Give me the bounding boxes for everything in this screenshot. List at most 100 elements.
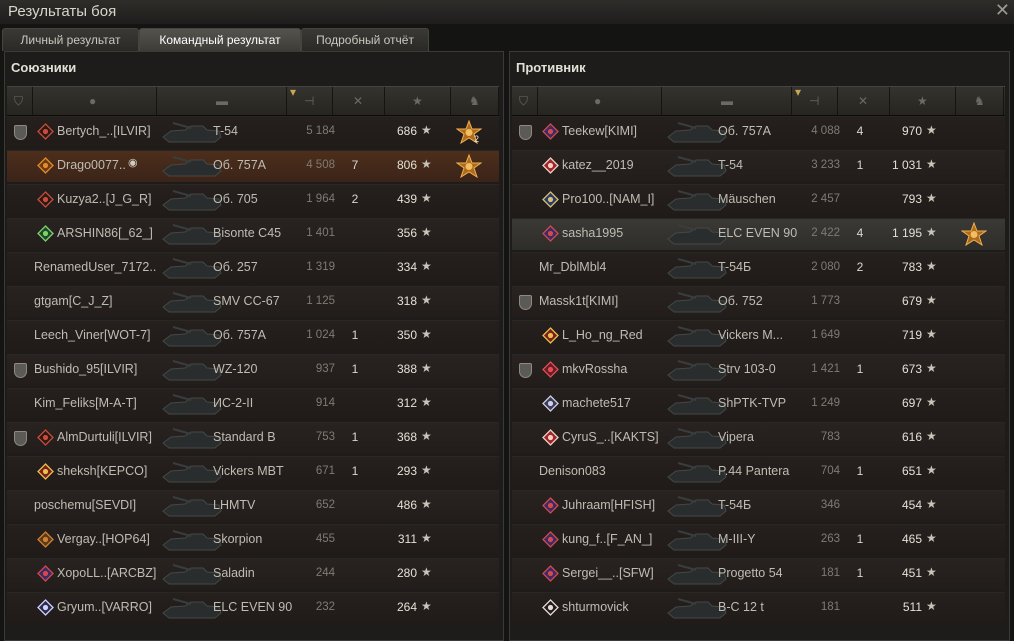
allies-tank-name: WZ-120 (213, 362, 258, 376)
enemies-header-cell[interactable]: ⛉ (512, 87, 538, 115)
enemies-player-row[interactable]: Massk1t[KIMI] Об. 752 1 773 679 ★ (512, 286, 1005, 318)
enemies-player-row[interactable]: CyruS_..[KAKTS] Vipera 783 616 ★ (512, 422, 1005, 454)
enemies-player-name[interactable]: Sergei__..[SFW] (562, 566, 654, 580)
allies-header-cell[interactable]: ✕ (333, 87, 385, 115)
allies-header-cell[interactable]: ♞ (451, 87, 499, 115)
enemies-player-row[interactable]: kung_f..[F_AN_] M-III-Y 263 1 465 ★ (512, 524, 1005, 556)
allies-player-name[interactable]: AlmDurtuli[ILVIR] (57, 430, 152, 444)
allies-player-row[interactable]: Bushido_95[ILVIR] WZ-120 937 1 388 ★ (7, 354, 499, 386)
enemies-player-name[interactable]: Denison083 (539, 464, 606, 478)
allies-header-cell[interactable]: ▬ (157, 87, 287, 115)
enemies-header-cell[interactable]: ⊣ ▾ (792, 85, 838, 115)
enemies-player-row[interactable]: machete517 ShPTK-TVP 1 249 697 ★ (512, 388, 1005, 420)
allies-player-row[interactable]: Vergay..[HOP64] Skorpion 455 311 ★ (7, 524, 499, 556)
allies-header-cell[interactable]: ⛉ (7, 87, 33, 115)
allies-player-name[interactable]: poschemu[SEVDI] (34, 498, 136, 512)
mastery-medal-icon[interactable]: 2 (455, 119, 483, 146)
allies-player-name[interactable]: gtgam[C_J_Z] (34, 294, 113, 308)
allies-damage-value: 244 (315, 567, 335, 579)
tab-detailed-report[interactable]: Подробный отчёт (301, 28, 429, 51)
allies-player-row[interactable]: AlmDurtuli[ILVIR] Standard B 753 1 368 ★ (7, 422, 499, 454)
enemies-player-name[interactable]: Teekew[KIMI] (562, 124, 637, 138)
allies-damage-value: 671 (315, 465, 335, 477)
enemies-header-cell[interactable]: ✕ (838, 87, 890, 115)
allies-header-cell[interactable]: ★ (385, 87, 451, 115)
enemies-player-name[interactable]: kung_f..[F_AN_] (562, 532, 652, 546)
allies-player-row[interactable]: RenamedUser_7172.. Об. 257 1 319 334 ★ (7, 252, 499, 284)
enemies-player-row[interactable]: Pro100..[NAM_I] Mäuschen 2 457 793 ★ (512, 184, 1005, 216)
enemies-header-cell[interactable]: ♞ (956, 87, 1004, 115)
enemies-player-row[interactable]: Teekew[KIMI] Об. 757А 4 088 4 970 ★ (512, 116, 1005, 148)
enemies-player-row[interactable]: mkvRossha Strv 103-0 1 421 1 673 ★ (512, 354, 1005, 386)
enemies-player-name[interactable]: Pro100..[NAM_I] (562, 192, 654, 206)
enemies-player-row[interactable]: Denison083 P.44 Pantera 704 1 651 ★ (512, 456, 1005, 488)
allies-damage-value: 753 (315, 431, 335, 443)
enemies-tank-name: Strv 103-0 (718, 362, 776, 376)
allies-xp-value: 356 (396, 226, 417, 240)
mastery-medal-icon[interactable] (455, 153, 483, 180)
allies-player-name[interactable]: Drago0077.. (57, 158, 126, 172)
allies-player-name[interactable]: Kim_Feliks[M-A-T] (34, 396, 137, 410)
allies-player-name[interactable]: RenamedUser_7172.. (34, 260, 156, 274)
allies-player-name[interactable]: Bushido_95[ILVIR] (34, 362, 137, 376)
tab-personal-result[interactable]: Личный результат (2, 28, 139, 51)
enemies-player-row[interactable]: Sergei__..[SFW] Progetto 54 181 1 451 ★ (512, 558, 1005, 590)
allies-player-name[interactable]: Kuzya2..[J_G_R] (57, 192, 152, 206)
allies-player-row[interactable]: XopoLL..[ARCBZ] Saladin 244 280 ★ (7, 558, 499, 590)
allies-tank-name: ИС-2-II (213, 396, 254, 410)
platoon-icon (519, 295, 532, 310)
allies-player-row[interactable]: Leech_Viner[WOT-7] Об. 757А 1 024 1 350 ★ (7, 320, 499, 352)
allies-player-name[interactable]: Gryum..[VARRO] (57, 600, 152, 614)
allies-clan-badge-icon (37, 429, 54, 446)
enemies-tank-name: Об. 752 (718, 294, 763, 308)
enemies-player-name[interactable]: machete517 (562, 396, 631, 410)
enemies-player-name[interactable]: Massk1t[KIMI] (539, 294, 618, 308)
allies-player-row[interactable]: Kuzya2..[J_G_R] Об. 705 1 964 2 439 ★ (7, 184, 499, 216)
star-icon: ★ (926, 191, 937, 205)
enemies-header-cell[interactable]: ● (538, 87, 662, 115)
kills-column-icon: ✕ (353, 94, 364, 108)
allies-player-name[interactable]: sheksh[KEPCO] (57, 464, 147, 478)
allies-player-name[interactable]: ARSHIN86[_62_] (57, 226, 153, 240)
enemies-player-name[interactable]: mkvRossha (562, 362, 627, 376)
enemies-player-row[interactable]: Juhraam[HFISH] T-54Б 346 454 ★ (512, 490, 1005, 522)
enemies-player-name[interactable]: shturmovick (562, 600, 629, 614)
tab-team-result[interactable]: Командный результат (139, 28, 301, 51)
allies-player-row[interactable]: Drago0077.. Об. 757А 4 508 7 806 ★ ◉ (7, 150, 499, 182)
enemies-header-cell[interactable]: ▬ (662, 87, 792, 115)
enemies-player-name[interactable]: CyruS_..[KAKTS] (562, 430, 659, 444)
tank-column-icon: ▬ (721, 94, 733, 108)
allies-player-name[interactable]: Vergay..[HOP64] (57, 532, 150, 546)
enemies-player-row[interactable]: L_Ho_ng_Red Vickers M... 1 649 719 ★ (512, 320, 1005, 352)
allies-player-name[interactable]: Leech_Viner[WOT-7] (34, 328, 151, 342)
enemies-tank-name: M-III-Y (718, 532, 756, 546)
allies-player-name[interactable]: Bertych_..[ILVIR] (57, 124, 151, 138)
enemies-player-name[interactable]: Mr_DblMbl4 (539, 260, 606, 274)
allies-player-row[interactable]: sheksh[KEPCO] Vickers MBT 671 1 293 ★ (7, 456, 499, 488)
enemies-player-name[interactable]: sasha1995 (562, 226, 623, 240)
enemies-player-name[interactable]: katez__2019 (562, 158, 634, 172)
star-icon: ★ (926, 429, 937, 443)
allies-player-row[interactable]: gtgam[C_J_Z] SMV CC-67 1 125 318 ★ (7, 286, 499, 318)
allies-header-cell[interactable]: ⊣ ▾ (287, 85, 333, 115)
close-icon[interactable]: ✕ (995, 0, 1010, 21)
enemies-clan-badge-icon (542, 429, 559, 446)
allies-player-row[interactable]: Gryum..[VARRO] ELC EVEN 90 232 264 ★ (7, 592, 499, 624)
allies-damage-value: 1 024 (306, 329, 335, 341)
allies-player-row[interactable]: poschemu[SEVDI] LHMTV 652 486 ★ (7, 490, 499, 522)
allies-player-name[interactable]: XopoLL..[ARCBZ] (57, 566, 156, 580)
enemies-player-row[interactable]: sasha1995 ELC EVEN 90 2 422 4 1 195 ★ (512, 218, 1005, 250)
enemies-damage-value: 1 773 (811, 295, 840, 307)
allies-player-row[interactable]: ARSHIN86[_62_] Bisonte C45 1 401 356 ★ (7, 218, 499, 250)
enemies-player-name[interactable]: Juhraam[HFISH] (562, 498, 655, 512)
enemies-tank-name: Vipera (718, 430, 754, 444)
allies-player-row[interactable]: Bertych_..[ILVIR] T-54 5 184 686 ★ 2 (7, 116, 499, 148)
enemies-player-row[interactable]: shturmovick B-C 12 t 181 511 ★ (512, 592, 1005, 624)
mastery-medal-icon[interactable] (960, 221, 988, 248)
enemies-player-row[interactable]: katez__2019 T-54 3 233 1 1 031 ★ (512, 150, 1005, 182)
enemies-player-row[interactable]: Mr_DblMbl4 T-54Б 2 080 2 783 ★ (512, 252, 1005, 284)
enemies-header-cell[interactable]: ★ (890, 87, 956, 115)
allies-header-cell[interactable]: ● (33, 87, 157, 115)
allies-player-row[interactable]: Kim_Feliks[M-A-T] ИС-2-II 914 312 ★ (7, 388, 499, 420)
enemies-player-name[interactable]: L_Ho_ng_Red (562, 328, 643, 342)
